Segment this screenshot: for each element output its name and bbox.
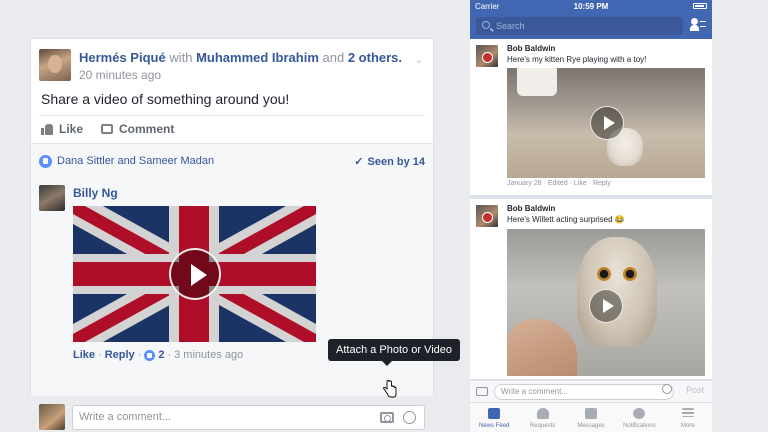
commenter-name[interactable]: Billy Ng [73, 186, 118, 200]
phone-screen: Carrier 10:59 PM Search Bob Baldwin Here… [470, 0, 712, 432]
author-avatar[interactable] [39, 49, 71, 81]
post-meta: Hermés Piqué with Muhammed Ibrahim and 2… [79, 49, 402, 66]
post-button[interactable]: Post [686, 385, 704, 395]
comment-icon [101, 124, 113, 134]
others-link[interactable]: 2 others. [348, 50, 402, 65]
comment-time[interactable]: 3 minutes ago [174, 349, 243, 361]
tab-notifications[interactable]: Notifications [615, 403, 663, 432]
my-avatar [39, 404, 65, 430]
commenter-avatar[interactable] [39, 185, 65, 211]
checkmark-icon: ✓ [354, 156, 364, 168]
composer-input[interactable]: Write a comment... [494, 384, 674, 400]
tab-more[interactable]: More [664, 403, 712, 432]
status-bar: Carrier 10:59 PM [470, 0, 712, 13]
comment-video[interactable] [73, 206, 316, 342]
chevron-down-icon[interactable]: ⌄ [413, 53, 425, 66]
poster-avatar[interactable] [476, 205, 498, 227]
comment-like-count[interactable]: 2 [158, 349, 164, 361]
camera-icon[interactable] [476, 387, 488, 396]
globe-icon [633, 408, 646, 419]
seen-by[interactable]: ✓ Seen by 14 [354, 155, 425, 168]
search-icon [482, 21, 490, 29]
like-label: Like [59, 122, 84, 136]
like-badge-icon [39, 155, 52, 168]
hand-shape [507, 319, 577, 376]
nav-bar: Search [470, 13, 712, 39]
tab-requests[interactable]: Requests [518, 403, 566, 432]
search-placeholder: Search [496, 21, 525, 31]
comment-section: Billy Ng Like · Reply · 2 · 3 minutes ag… [31, 177, 433, 430]
lamp-shape [517, 68, 557, 96]
cat-eye [597, 267, 611, 281]
play-icon[interactable] [168, 248, 221, 300]
tab-label: Notifications [623, 423, 656, 429]
tab-label: More [680, 423, 695, 429]
comment-like-link[interactable]: Like [73, 349, 95, 361]
post-text: Share a video of something around you! [41, 91, 290, 107]
comment-button[interactable]: Comment [101, 122, 174, 136]
post-timestamp[interactable]: 20 minutes ago [79, 68, 161, 82]
hand-cursor-icon [383, 380, 397, 398]
friend-requests-icon [536, 408, 549, 419]
author-name[interactable]: Hermés Piqué [79, 50, 166, 65]
poster-name[interactable]: Bob Baldwin [507, 44, 555, 53]
tab-news-feed[interactable]: News Feed [470, 403, 518, 432]
tagged-name[interactable]: Muhammed Ibrahim [196, 50, 319, 65]
feed-post: Bob Baldwin Here's Willett acting surpri… [470, 199, 712, 379]
cat-video[interactable] [507, 229, 705, 376]
kitten-video[interactable] [507, 68, 705, 178]
thumbs-up-icon [41, 123, 53, 135]
reply-link[interactable]: Reply [105, 349, 135, 361]
friend-lines-icon [700, 21, 706, 27]
likes-bar: Dana Sittler and Sameer Madan ✓ Seen by 1… [31, 143, 433, 177]
comment-input[interactable]: Write a comment... [72, 405, 425, 430]
composer-placeholder: Write a comment... [501, 387, 568, 396]
tab-label: Messages [577, 423, 605, 429]
menu-icon [681, 408, 694, 417]
poster-name[interactable]: Bob Baldwin [507, 204, 555, 213]
comment-composer: Write a comment... Post [470, 380, 712, 402]
meta-separator: · [167, 349, 172, 361]
status-time: 10:59 PM [573, 2, 609, 11]
messages-icon [585, 408, 598, 419]
feed-post: Bob Baldwin Here's my kitten Rye playing… [470, 39, 712, 195]
comment-label: Comment [119, 122, 175, 136]
emoji-icon[interactable] [662, 384, 672, 394]
comment-input-placeholder: Write a comment... [79, 411, 172, 423]
post-caption: Here's Willett acting surprised 😂 [507, 215, 625, 224]
tab-label: Requests [529, 423, 556, 429]
attach-tooltip: Attach a Photo or Video [328, 339, 460, 366]
tab-bar: News Feed Requests Messages Notification… [470, 402, 712, 432]
meta-separator: · [137, 349, 142, 361]
cat-shape [577, 237, 657, 347]
camera-icon[interactable] [380, 412, 394, 423]
battery-icon [693, 3, 707, 9]
likers-link[interactable]: Dana Sittler and Sameer Madan [57, 155, 214, 167]
like-count-icon [144, 349, 156, 361]
news-feed[interactable]: Bob Baldwin Here's my kitten Rye playing… [470, 39, 712, 432]
tab-label: News Feed [479, 423, 510, 429]
post-meta[interactable]: January 28 · Edited · Like · Reply [507, 180, 611, 187]
play-icon[interactable] [590, 106, 624, 140]
post-header: Hermés Piqué with Muhammed Ibrahim and 2… [39, 49, 425, 83]
post-caption: Here's my kitten Rye playing with a toy! [507, 55, 647, 64]
with-word: with [169, 50, 193, 65]
play-icon[interactable] [589, 289, 623, 323]
meta-separator: · [98, 349, 102, 361]
and-word: and [322, 50, 345, 65]
seen-by-label: Seen by 14 [367, 156, 425, 168]
like-button[interactable]: Like [41, 122, 83, 136]
tab-messages[interactable]: Messages [567, 403, 615, 432]
cat-eye [623, 267, 637, 281]
post-actions: Like Comment [39, 115, 425, 145]
poster-avatar[interactable] [476, 45, 498, 67]
comment-meta: Like · Reply · 2 · 3 minutes ago [73, 349, 243, 361]
search-input[interactable]: Search [476, 17, 683, 35]
news-feed-icon [488, 408, 501, 419]
emoji-icon[interactable] [403, 411, 416, 424]
